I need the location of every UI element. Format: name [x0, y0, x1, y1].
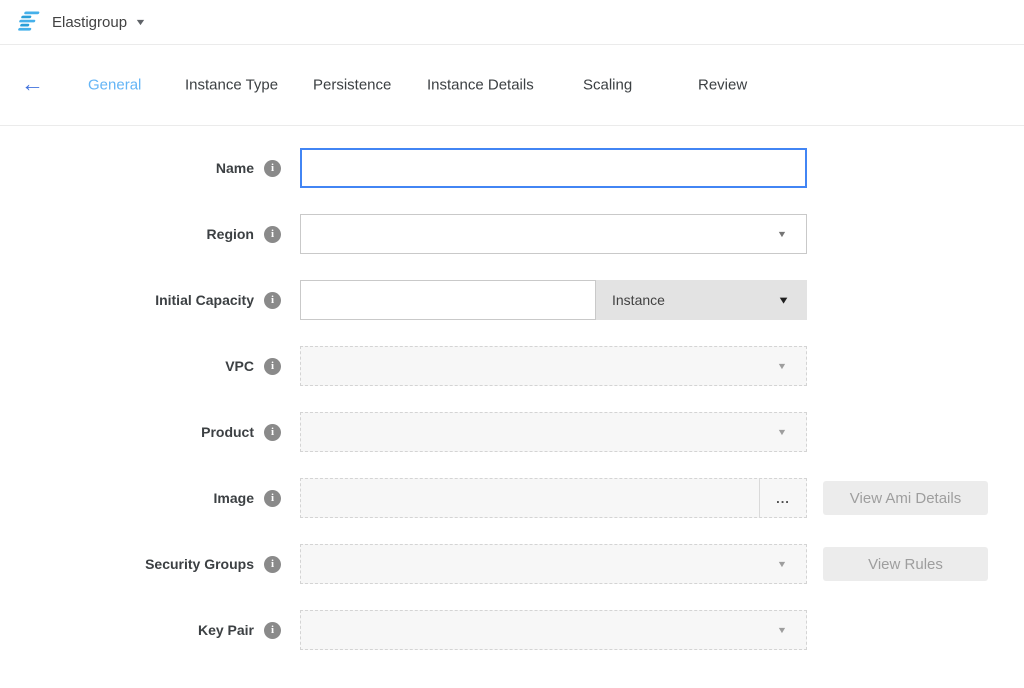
- tab-instance-details[interactable]: Instance Details: [427, 77, 534, 94]
- tab-general[interactable]: General: [88, 77, 141, 94]
- form-row-image: Image i ... View Ami Details: [0, 478, 1024, 518]
- elastigroup-logo-icon: [14, 10, 41, 34]
- caret-down-icon: ▼: [777, 560, 788, 569]
- view-rules-button[interactable]: View Rules: [823, 547, 988, 581]
- form-row-key-pair: Key Pair i ▼: [0, 610, 1024, 650]
- info-icon[interactable]: i: [264, 226, 281, 243]
- view-ami-details-button[interactable]: View Ami Details: [823, 481, 988, 515]
- image-input: ...: [300, 478, 807, 518]
- capacity-unit-value: Instance: [612, 292, 665, 308]
- name-label: Name: [216, 160, 254, 176]
- image-browse-button[interactable]: ...: [759, 479, 806, 517]
- capacity-unit-select[interactable]: Instance ▼: [596, 280, 807, 320]
- general-settings-form: Name i Region i ▼ Initial Capacity i: [0, 126, 1024, 650]
- vpc-select: ▼: [300, 346, 807, 386]
- key-pair-select: ▼: [300, 610, 807, 650]
- region-label: Region: [207, 226, 254, 242]
- form-row-security-groups: Security Groups i ▼ View Rules: [0, 544, 1024, 584]
- caret-down-icon: ▼: [777, 428, 788, 437]
- info-icon[interactable]: i: [264, 358, 281, 375]
- tab-instance-type[interactable]: Instance Type: [185, 77, 278, 94]
- form-row-vpc: VPC i ▼: [0, 346, 1024, 386]
- chevron-down-icon[interactable]: ▼: [134, 17, 146, 27]
- info-icon[interactable]: i: [264, 490, 281, 507]
- info-icon[interactable]: i: [264, 424, 281, 441]
- info-icon[interactable]: i: [264, 556, 281, 573]
- security-groups-label: Security Groups: [145, 556, 254, 572]
- initial-capacity-label: Initial Capacity: [155, 292, 254, 308]
- product-select: ▼: [300, 412, 807, 452]
- tab-persistence[interactable]: Persistence: [313, 77, 391, 94]
- form-row-initial-capacity: Initial Capacity i Instance ▼: [0, 280, 1024, 320]
- caret-down-icon: ▼: [777, 362, 788, 371]
- form-row-region: Region i ▼: [0, 214, 1024, 254]
- product-label: Product: [201, 424, 254, 440]
- security-groups-select: ▼: [300, 544, 807, 584]
- app-switcher-label[interactable]: Elastigroup: [52, 14, 127, 31]
- vpc-label: VPC: [225, 358, 254, 374]
- info-icon[interactable]: i: [264, 292, 281, 309]
- caret-down-icon: ▼: [777, 626, 788, 635]
- tab-scaling[interactable]: Scaling: [583, 77, 632, 94]
- wizard-tabbar: ← General Instance Type Persistence Inst…: [0, 45, 1024, 126]
- tab-review[interactable]: Review: [698, 77, 747, 94]
- info-icon[interactable]: i: [264, 622, 281, 639]
- app-header: Elastigroup ▼: [0, 0, 1024, 45]
- form-row-name: Name i: [0, 148, 1024, 188]
- info-icon[interactable]: i: [264, 160, 281, 177]
- caret-down-icon: ▼: [777, 230, 788, 239]
- initial-capacity-input[interactable]: [300, 280, 596, 320]
- key-pair-label: Key Pair: [198, 622, 254, 638]
- back-arrow-icon[interactable]: ←: [21, 73, 44, 96]
- region-select[interactable]: ▼: [300, 214, 807, 254]
- name-input[interactable]: [300, 148, 807, 188]
- image-label: Image: [214, 490, 254, 506]
- caret-down-icon: ▼: [777, 295, 790, 305]
- form-row-product: Product i ▼: [0, 412, 1024, 452]
